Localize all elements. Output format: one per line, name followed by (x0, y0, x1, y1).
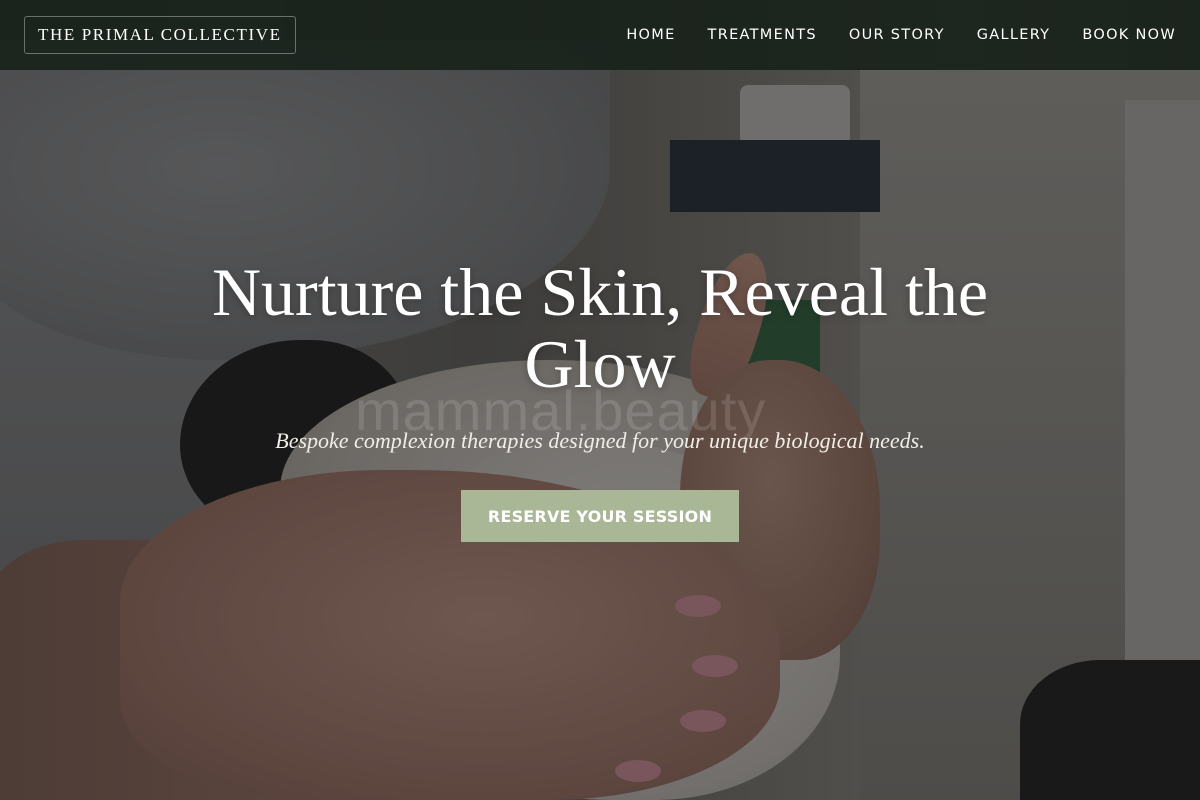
nav-link-home[interactable]: HOME (626, 27, 675, 43)
nav-link-treatments[interactable]: TREATMENTS (708, 27, 817, 43)
main-nav: HOME TREATMENTS OUR STORY GALLERY BOOK N… (626, 27, 1176, 43)
hero-title: Nurture the Skin, Reveal the Glow (211, 254, 989, 402)
hero-subtitle: Bespoke complexion therapies designed fo… (275, 428, 925, 453)
top-navbar: THE PRIMAL COLLECTIVE HOME TREATMENTS OU… (0, 0, 1200, 70)
nav-link-gallery[interactable]: GALLERY (977, 27, 1051, 43)
brand-logo[interactable]: THE PRIMAL COLLECTIVE (24, 16, 296, 54)
page: mammal.beauty THE PRIMAL COLLECTIVE HOME… (0, 0, 1200, 800)
reserve-session-button[interactable]: RESERVE YOUR SESSION (461, 490, 739, 542)
hero-section: Nurture the Skin, Reveal the Glow Bespok… (0, 0, 1200, 800)
nav-link-book-now[interactable]: BOOK NOW (1082, 27, 1176, 43)
nav-link-our-story[interactable]: OUR STORY (849, 27, 945, 43)
